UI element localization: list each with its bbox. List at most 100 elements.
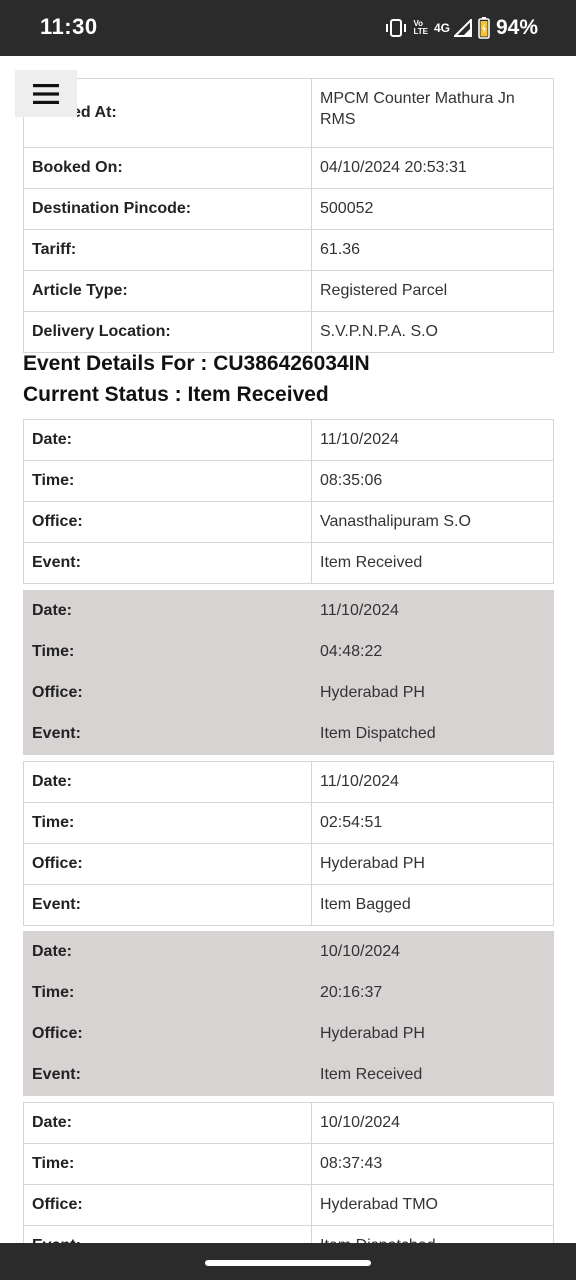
event-value-date: 11/10/2024 bbox=[311, 419, 554, 461]
event-value-event: Item Received bbox=[311, 542, 554, 584]
booking-value: 04/10/2024 20:53:31 bbox=[311, 147, 554, 189]
event-label-time: Time: bbox=[23, 460, 312, 502]
event-label-office: Office: bbox=[23, 501, 312, 543]
event-table: Date: 10/10/2024 Time: 08:37:43 Office: Hyder… bbox=[23, 1102, 554, 1244]
event-value-event: Item Bagged bbox=[311, 884, 554, 926]
event-label-office: Office: bbox=[23, 1013, 312, 1055]
event-row-event: Event:Item Dispatched bbox=[23, 713, 554, 755]
event-row-office: Office: Hyderabad PH bbox=[23, 672, 554, 714]
event-row-event: Event: Item Bagged bbox=[23, 884, 554, 926]
event-table: Date: 11/10/2024 Time: 04:48:22 Office: Hyder… bbox=[23, 590, 554, 755]
event-row-office: Office: Vanasthalipuram S.O bbox=[23, 501, 554, 543]
event-value-date: 11/10/2024 bbox=[311, 761, 554, 803]
event-row-office: Office: Hyderabad PH bbox=[23, 1013, 554, 1055]
event-value-time: 20:16:37 bbox=[311, 972, 554, 1014]
event-value-office: Hyderabad PH bbox=[311, 1013, 554, 1055]
event-label-date: Date: bbox=[23, 931, 312, 973]
booking-row: Delivery Location: S.V.P.N.P.A. S.O bbox=[23, 311, 554, 353]
signal-icon bbox=[453, 19, 472, 37]
event-row-date: Date: 10/10/2024 bbox=[23, 1102, 554, 1144]
event-value-time: 04:48:22 bbox=[311, 631, 554, 673]
battery-icon bbox=[478, 17, 490, 39]
event-label-date: Date: bbox=[23, 761, 312, 803]
booking-row: Article Type: Registered Parcel bbox=[23, 270, 554, 312]
event-row-date: Date: 11/10/2024 bbox=[23, 419, 554, 461]
event-table: Date: 11/10/2024 Time: 02:54:51 Office: Hyder… bbox=[23, 761, 554, 926]
event-value-event: Item Dispatched bbox=[311, 1225, 554, 1244]
vibrate-icon bbox=[386, 19, 407, 37]
event-value-event: Item Received bbox=[311, 1054, 554, 1096]
event-table: Date: 11/10/2024 Time: 08:35:06 Office: Vanas… bbox=[23, 419, 554, 584]
event-label-date: Date: bbox=[23, 419, 312, 461]
booking-label: Article Type: bbox=[23, 270, 312, 312]
booking-row: Booked On: 04/10/2024 20:53:31 bbox=[23, 147, 554, 189]
event-label-time: Time: bbox=[23, 631, 312, 673]
booking-label: Tariff: bbox=[23, 229, 312, 271]
event-value-event: Item Dispatched bbox=[311, 713, 554, 755]
event-row-time: Time: 08:37:43 bbox=[23, 1143, 554, 1185]
event-value-date: 10/10/2024 bbox=[311, 1102, 554, 1144]
booking-details-table: Booked At:MPCM Counter Mathura Jn RMSBoo… bbox=[23, 78, 554, 353]
event-label-event: Event: bbox=[23, 542, 312, 584]
event-row-time: Time: 02:54:51 bbox=[23, 802, 554, 844]
booking-label: Destination Pincode: bbox=[23, 188, 312, 230]
volte-icon: Vo LTE bbox=[413, 20, 428, 36]
booking-value: S.V.P.N.P.A. S.O bbox=[311, 311, 554, 353]
event-label-time: Time: bbox=[23, 802, 312, 844]
booking-value: MPCM Counter Mathura Jn RMS bbox=[311, 78, 554, 148]
booking-label: Delivery Location: bbox=[23, 311, 312, 353]
event-label-event: Event: bbox=[23, 884, 312, 926]
event-value-time: 02:54:51 bbox=[311, 802, 554, 844]
volte-bottom-label: LTE bbox=[413, 27, 428, 36]
event-value-time: 08:35:06 bbox=[311, 460, 554, 502]
booking-value: Registered Parcel bbox=[311, 270, 554, 312]
event-label-office: Office: bbox=[23, 672, 312, 714]
event-value-time: 08:37:43 bbox=[311, 1143, 554, 1185]
menu-button[interactable] bbox=[15, 70, 77, 117]
event-row-time: Time: 04:48:22 bbox=[23, 631, 554, 673]
event-label-date: Date: bbox=[23, 590, 312, 632]
event-label-office: Office: bbox=[23, 1184, 312, 1226]
status-bar: 11:30 Vo LTE 4G 94% bbox=[0, 0, 576, 56]
event-value-office: Hyderabad PH bbox=[311, 672, 554, 714]
hamburger-menu-icon bbox=[33, 83, 59, 104]
event-label-event: Event: bbox=[23, 1054, 312, 1096]
event-value-date: 11/10/2024 bbox=[311, 590, 554, 632]
battery-percent: 94% bbox=[495, 16, 538, 39]
event-table: Date: 10/10/2024 Time: 20:16:37 Office: Hyder… bbox=[23, 931, 554, 1096]
booking-label: Booked On: bbox=[23, 147, 312, 189]
booking-row: Destination Pincode: 500052 bbox=[23, 188, 554, 230]
event-value-office: Vanasthalipuram S.O bbox=[311, 501, 554, 543]
event-row-date: Date: 11/10/2024 bbox=[23, 590, 554, 632]
event-label-time: Time: bbox=[23, 972, 312, 1014]
event-value-office: Hyderabad TMO bbox=[311, 1184, 554, 1226]
event-label-time: Time: bbox=[23, 1143, 312, 1185]
booking-row: Tariff: 61.36 bbox=[23, 229, 554, 271]
event-row-time: Time: 20:16:37 bbox=[23, 972, 554, 1014]
event-label-office: Office: bbox=[23, 843, 312, 885]
event-details-heading: Event Details For : CU386426034IN bbox=[23, 352, 370, 375]
event-row-event: Event: Item Received bbox=[23, 542, 554, 584]
page-content: Booked At:MPCM Counter Mathura Jn RMSBoo… bbox=[0, 56, 576, 1244]
status-icons: Vo LTE 4G 94% bbox=[385, 14, 538, 42]
network-type: 4G bbox=[433, 21, 450, 35]
event-row-date: Date: 10/10/2024 bbox=[23, 931, 554, 973]
navigation-bar bbox=[0, 1243, 576, 1280]
current-status-heading: Current Status : Item Received bbox=[23, 383, 329, 406]
event-value-office: Hyderabad PH bbox=[311, 843, 554, 885]
event-row-time: Time: 08:35:06 bbox=[23, 460, 554, 502]
event-label-event: Event: bbox=[23, 713, 312, 755]
event-row-office: Office: Hyderabad PH bbox=[23, 843, 554, 885]
event-row-event: Event: Item Received bbox=[23, 1054, 554, 1096]
status-time: 11:30 bbox=[40, 14, 98, 39]
event-row-office: Office: Hyderabad TMO bbox=[23, 1184, 554, 1226]
event-row-date: Date: 11/10/2024 bbox=[23, 761, 554, 803]
event-label-date: Date: bbox=[23, 1102, 312, 1144]
booking-value: 61.36 bbox=[311, 229, 554, 271]
event-value-date: 10/10/2024 bbox=[311, 931, 554, 973]
booking-value: 500052 bbox=[311, 188, 554, 230]
event-row-event: Event:Item Dispatched bbox=[23, 1225, 554, 1244]
event-label-event: Event: bbox=[23, 1225, 312, 1244]
booking-row: Booked At:MPCM Counter Mathura Jn RMS bbox=[23, 78, 554, 148]
home-gesture-handle[interactable] bbox=[205, 1260, 371, 1266]
